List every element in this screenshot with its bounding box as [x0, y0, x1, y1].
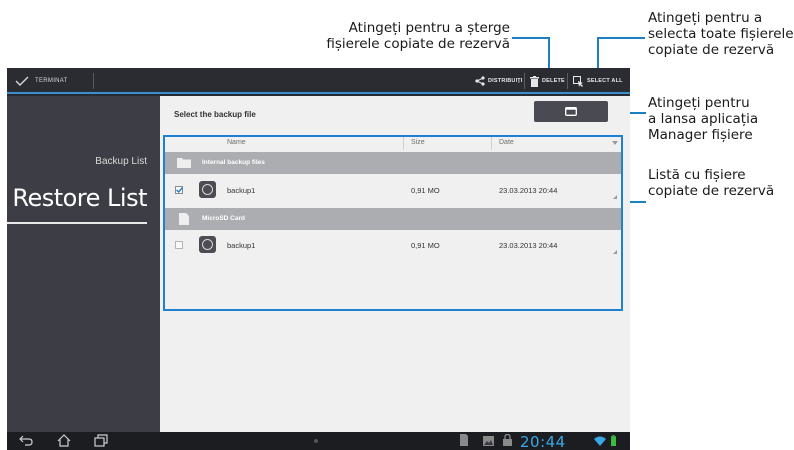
- group-label: MicroSD Card: [202, 215, 245, 222]
- table-row[interactable]: backup1 0,91 MO 23.03.2013 20:44: [165, 175, 621, 207]
- action-bar-divider: [93, 73, 94, 89]
- group-label: Internal backup files: [202, 159, 265, 166]
- share-label: DISTRIBUIȚI: [488, 78, 523, 84]
- share-button[interactable]: DISTRIBUIȚI: [475, 72, 523, 90]
- row-corner-icon: [613, 250, 617, 254]
- folder-icon: [177, 158, 191, 168]
- action-bar-divider: [567, 73, 568, 89]
- share-icon: [475, 76, 485, 86]
- action-bar: TERMINAT DISTRIBUIȚI DELETE SELECT ALL: [7, 68, 630, 94]
- column-divider: [403, 137, 404, 150]
- wifi-icon: [594, 436, 606, 446]
- leader-delete-h: [512, 37, 550, 39]
- delete-label: DELETE: [542, 78, 565, 84]
- status-clock: 20:44: [520, 433, 566, 450]
- battery-icon: [611, 435, 616, 446]
- column-divider: [491, 137, 492, 150]
- callout-delete: Atingeți pentru a șterge fișierele copia…: [326, 20, 510, 52]
- group-header-sdcard: MicroSD Card: [165, 208, 621, 230]
- callout-file-manager: Atingeți pentru a lansa aplicația Manage…: [648, 95, 759, 143]
- row-name: backup1: [227, 241, 256, 250]
- backup-file-list: Name Size Date Internal backup files bac…: [163, 135, 623, 311]
- select-all-label: SELECT ALL: [587, 78, 623, 84]
- leader-selall-h: [597, 37, 645, 39]
- system-bar: 20:44: [7, 432, 630, 450]
- row-name: backup1: [227, 186, 256, 195]
- check-icon: [176, 187, 183, 193]
- sidebar-item-restore-list[interactable]: Restore List: [12, 184, 147, 212]
- callout-backup-list: Listă cu fișiere copiate de rezervă: [648, 167, 775, 199]
- table-header: Name Size Date: [165, 137, 621, 151]
- backup-file-icon: [199, 181, 216, 198]
- column-header-name[interactable]: Name: [227, 139, 246, 146]
- table-row[interactable]: backup1 0,91 MO 23.03.2013 20:44: [165, 230, 621, 262]
- selected-indicator: [7, 222, 147, 224]
- check-icon: [15, 76, 29, 86]
- file-manager-button[interactable]: [534, 101, 608, 122]
- column-header-size[interactable]: Size: [411, 139, 425, 146]
- action-bar-divider: [524, 73, 525, 89]
- page-title: Select the backup file: [174, 110, 256, 119]
- row-size: 0,91 MO: [411, 241, 440, 250]
- main-panel: Select the backup file Name Size Date In…: [160, 96, 630, 432]
- group-header-internal: Internal backup files: [165, 152, 621, 174]
- select-all-icon: [573, 75, 583, 87]
- row-checkbox[interactable]: [175, 241, 183, 249]
- home-icon[interactable]: [57, 434, 71, 447]
- sort-arrow-icon[interactable]: [612, 141, 618, 145]
- sdcard-icon: [179, 213, 189, 225]
- callout-select-all: Atingeți pentru a selecta toate fișierel…: [648, 10, 794, 58]
- sidebar: Backup List Restore List: [7, 96, 160, 432]
- select-all-button[interactable]: SELECT ALL: [573, 72, 623, 90]
- recent-apps-icon[interactable]: [94, 434, 108, 447]
- done-label: TERMINAT: [35, 78, 68, 84]
- lock-icon: [503, 434, 512, 446]
- column-header-date[interactable]: Date: [499, 139, 514, 146]
- back-icon[interactable]: [19, 434, 33, 446]
- trash-icon: [530, 75, 539, 87]
- row-date: 23.03.2013 20:44: [499, 186, 558, 195]
- row-size: 0,91 MO: [411, 186, 440, 195]
- done-button[interactable]: TERMINAT: [15, 72, 68, 90]
- sdcard-status-icon: [460, 434, 468, 446]
- launcher-dot[interactable]: [314, 439, 318, 443]
- backup-file-icon: [199, 236, 216, 253]
- row-checkbox[interactable]: [175, 186, 183, 194]
- row-date: 23.03.2013 20:44: [499, 241, 558, 250]
- gallery-icon: [483, 436, 494, 446]
- folder-icon: [565, 107, 577, 116]
- tablet-screen: TERMINAT DISTRIBUIȚI DELETE SELECT ALL B…: [7, 68, 630, 450]
- row-corner-icon: [613, 195, 617, 199]
- delete-button[interactable]: DELETE: [530, 72, 565, 90]
- sidebar-item-backup-list[interactable]: Backup List: [95, 156, 147, 167]
